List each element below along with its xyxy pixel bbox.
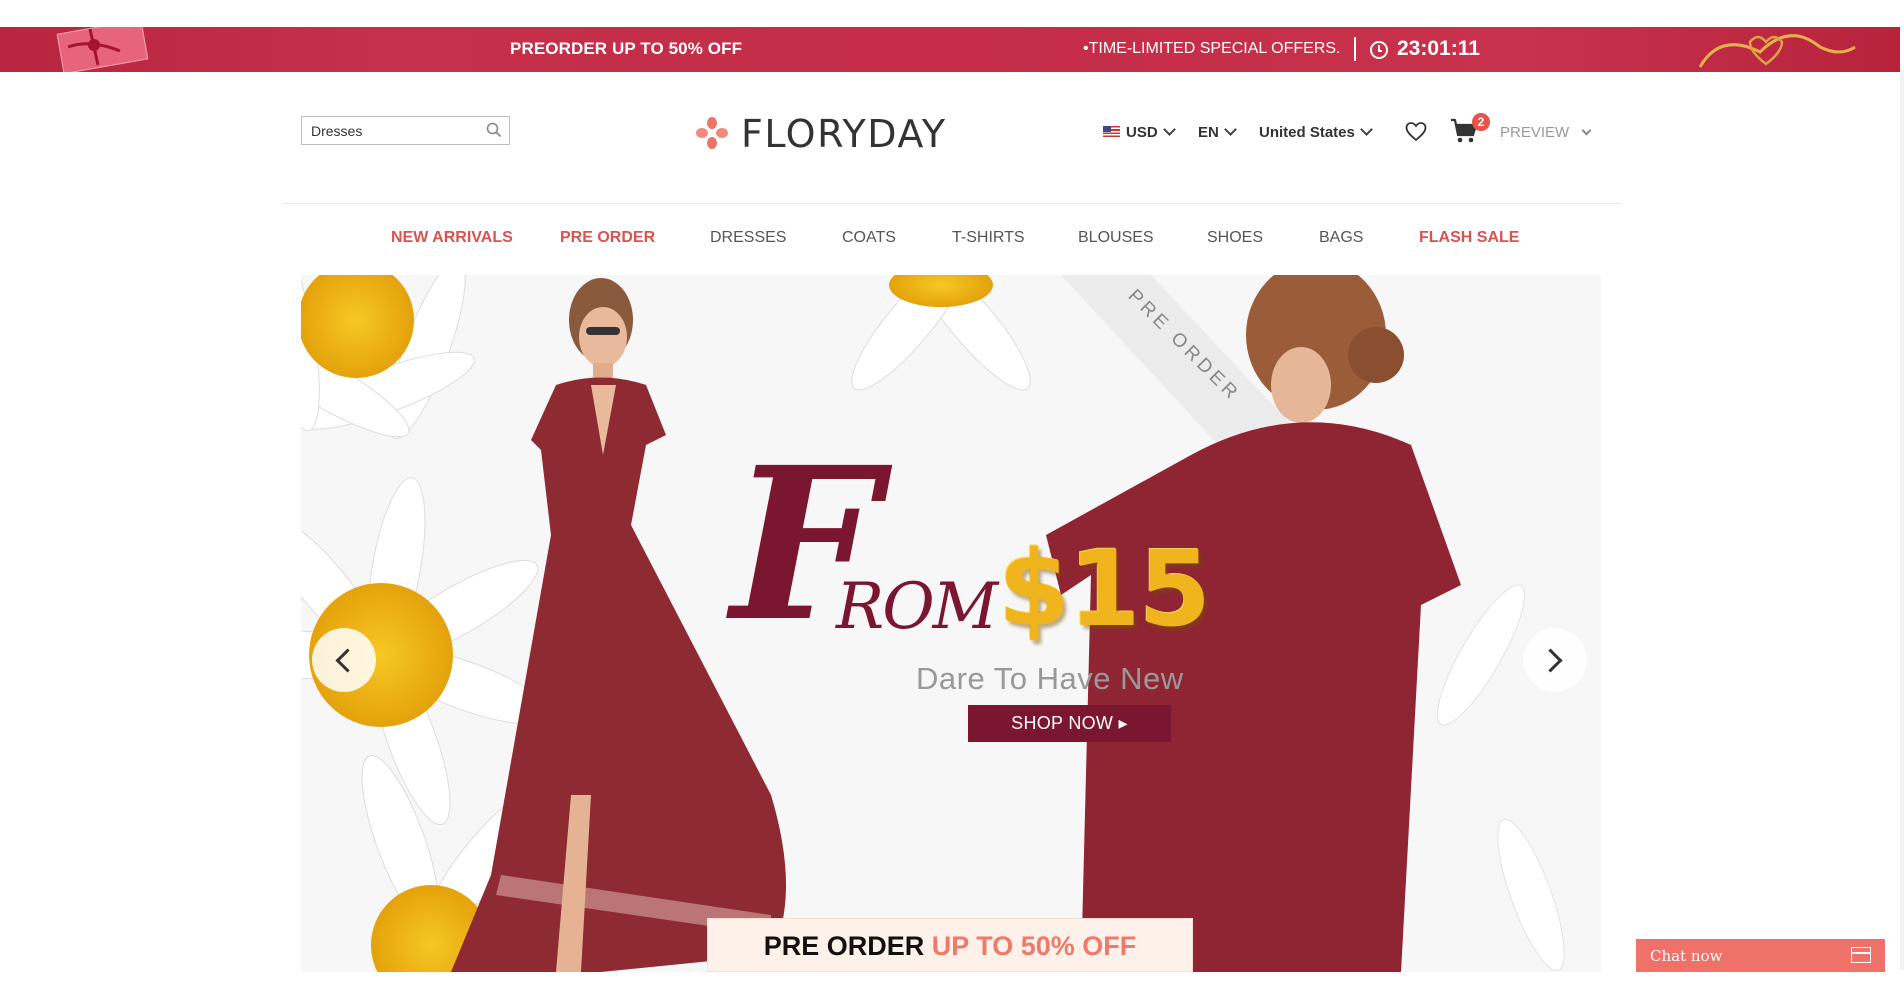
preview-label: PREVIEW xyxy=(1500,124,1570,141)
search-icon[interactable] xyxy=(486,122,502,138)
language-label: EN xyxy=(1198,124,1219,141)
hero-price: $15 xyxy=(998,528,1211,650)
header-divider xyxy=(283,203,1621,204)
chevron-down-icon xyxy=(1359,123,1373,136)
nav-t-shirts[interactable]: T-SHIRTS xyxy=(952,229,1025,247)
hearts-decoration xyxy=(1698,34,1856,68)
preorder-box-prefix: PRE ORDER xyxy=(763,931,925,961)
cart-count-badge: 2 xyxy=(1472,113,1490,131)
nav-new-arrivals[interactable]: NEW ARRIVALS xyxy=(391,229,513,247)
currency-selector[interactable]: USD xyxy=(1103,123,1176,141)
search-box[interactable] xyxy=(301,116,510,145)
language-selector[interactable]: EN xyxy=(1198,123,1237,141)
chevron-right-icon xyxy=(1538,648,1563,673)
logo-flower-icon xyxy=(696,117,728,149)
promo-limited-text: •TIME-LIMITED SPECIAL OFFERS. xyxy=(1083,40,1341,57)
promo-preorder-text[interactable]: PREORDER UP TO 50% OFF xyxy=(510,39,742,59)
preorder-box-accent: UP TO 50% OFF xyxy=(931,931,1137,961)
heart-icon[interactable] xyxy=(1405,121,1427,143)
hero-headline-rest: ROM xyxy=(836,570,998,644)
chat-label: Chat now xyxy=(1650,947,1723,965)
clock-icon xyxy=(1370,41,1388,59)
logo-wordmark: FLORYDAY xyxy=(741,112,947,156)
carousel-next-button[interactable] xyxy=(1523,628,1587,692)
nav-coats[interactable]: COATS xyxy=(842,229,896,247)
hero-banner[interactable]: PRE ORDER F ROM $15 Dare To Have New SHO… xyxy=(301,275,1601,972)
country-selector[interactable]: United States xyxy=(1259,123,1373,141)
shop-now-button[interactable]: SHOP NOW ▸ xyxy=(968,705,1171,742)
currency-label: USD xyxy=(1126,124,1158,141)
carousel-prev-button[interactable] xyxy=(312,628,376,692)
chevron-down-icon xyxy=(1162,123,1176,136)
chevron-down-icon xyxy=(1581,125,1592,136)
nav-pre-order[interactable]: PRE ORDER xyxy=(560,229,655,247)
nav-shoes[interactable]: SHOES xyxy=(1207,229,1263,247)
gift-box-decoration xyxy=(56,27,149,72)
chevron-down-icon xyxy=(1223,123,1237,136)
promo-divider xyxy=(1354,37,1356,61)
nav-flash-sale[interactable]: FLASH SALE xyxy=(1419,229,1519,247)
chat-now-widget[interactable]: Chat now xyxy=(1636,939,1885,972)
preview-dropdown[interactable]: PREVIEW xyxy=(1500,124,1592,141)
country-label: United States xyxy=(1259,124,1355,141)
us-flag-icon xyxy=(1103,126,1120,137)
nav-bags[interactable]: BAGS xyxy=(1319,229,1363,247)
chevron-left-icon xyxy=(335,648,360,673)
chat-window-icon[interactable] xyxy=(1851,947,1871,963)
promo-bar[interactable]: PREORDER UP TO 50% OFF •TIME-LIMITED SPE… xyxy=(0,27,1900,72)
countdown-timer: 23:01:11 xyxy=(1397,37,1480,60)
search-input[interactable] xyxy=(311,123,476,139)
preorder-discount-banner[interactable]: PRE ORDER UP TO 50% OFF xyxy=(707,918,1193,972)
page-scrollbar[interactable] xyxy=(1900,70,1904,970)
nav-blouses[interactable]: BLOUSES xyxy=(1078,229,1154,247)
hero-tagline: Dare To Have New xyxy=(916,661,1184,696)
nav-dresses[interactable]: DRESSES xyxy=(710,229,786,247)
